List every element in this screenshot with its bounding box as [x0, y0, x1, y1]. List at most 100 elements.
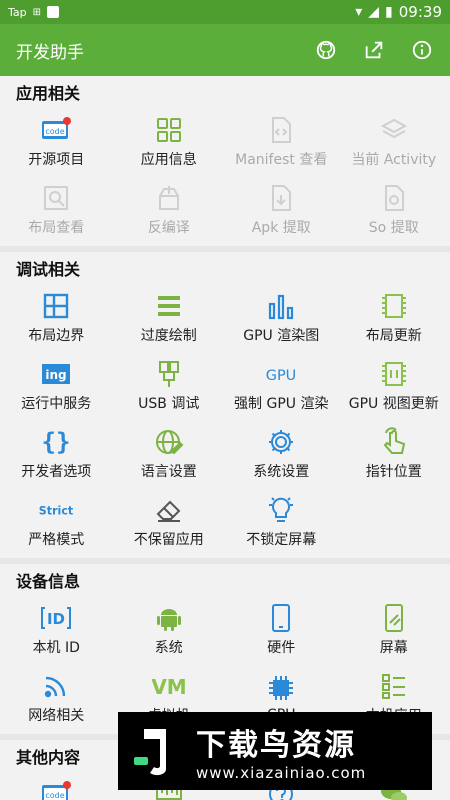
- tool-item[interactable]: 过度绘制: [113, 284, 226, 352]
- tool-item-label: GPU 渲染图: [243, 328, 320, 344]
- tool-item[interactable]: 不锁定屏幕: [225, 488, 338, 556]
- tool-item: 反编译: [113, 176, 226, 244]
- wifi-icon: [39, 671, 73, 701]
- app-bar: 开发助手: [0, 24, 450, 76]
- status-bar: Tap ⊞ ▾ ◢ ▮ 09:39: [0, 0, 450, 24]
- svg-text:Strict: Strict: [39, 504, 73, 517]
- cpu-icon: [264, 673, 298, 703]
- pointer-icon: [377, 427, 411, 457]
- tool-item: So 提取: [338, 176, 450, 244]
- tool-item[interactable]: 布局边界: [0, 284, 113, 352]
- strict-icon: Strict: [39, 495, 73, 525]
- tool-item[interactable]: USB 调试: [113, 352, 226, 420]
- tool-item-label: 布局查看: [28, 220, 85, 236]
- tool-item[interactable]: code 开源项目: [0, 108, 113, 176]
- gpu-text-icon: GPU: [264, 359, 298, 389]
- usb-icon: [152, 359, 186, 389]
- tool-item-label: Manifest 查看: [235, 152, 328, 168]
- main-content[interactable]: 应用相关 code 开源项目 应用信息 Manifest 查看 当前 Activity 布局…: [0, 76, 450, 800]
- tool-item[interactable]: 应用信息: [113, 108, 226, 176]
- watermark-logo-icon: [126, 721, 186, 781]
- tool-item[interactable]: 不保留应用: [113, 488, 226, 556]
- section-title: 应用相关: [16, 84, 81, 103]
- signal-icon: ◢: [368, 4, 380, 20]
- tool-item-label: 开源项目: [28, 152, 85, 168]
- tool-item-label: 不保留应用: [133, 532, 204, 548]
- svg-text:{}: {}: [42, 428, 71, 456]
- tool-item[interactable]: {} 开发者选项: [0, 420, 113, 488]
- tool-item-label: 应用信息: [140, 152, 197, 168]
- svg-text:code: code: [46, 791, 65, 800]
- tool-item-label: 指针位置: [365, 464, 422, 480]
- phone-icon: [264, 603, 298, 633]
- svg-text:ID: ID: [47, 610, 65, 628]
- github-icon[interactable]: [314, 38, 338, 62]
- share-icon[interactable]: [362, 38, 386, 62]
- tool-item-label: 运行中服务: [21, 396, 92, 412]
- app-notification-icon: [47, 6, 60, 18]
- code-icon: code: [39, 115, 73, 145]
- id-icon: ID: [39, 603, 73, 633]
- section-grid: code 开源项目 应用信息 Manifest 查看 当前 Activity 布局查看 反编…: [0, 108, 450, 244]
- tool-item[interactable]: GPU 视图更新: [338, 352, 450, 420]
- tool-item-label: 网络相关: [28, 708, 85, 724]
- ing-icon: ing: [39, 359, 73, 389]
- tool-item[interactable]: GPU 渲染图: [225, 284, 338, 352]
- tool-item-label: 语言设置: [140, 464, 197, 480]
- tool-item-label: 硬件: [267, 640, 296, 656]
- tool-item[interactable]: 系统: [113, 596, 226, 664]
- tool-item-label: GPU 视图更新: [348, 396, 439, 412]
- section-2: 调试相关布局边界 过度绘制 GPU 渲染图 布局更新 ing 运行中服务 USB 调试 GPU…: [0, 252, 450, 556]
- layers-icon: [377, 115, 411, 145]
- tool-item-label: 系统: [154, 640, 183, 656]
- section-title: 调试相关: [16, 260, 81, 279]
- tool-item-label: USB 调试: [138, 396, 200, 412]
- tool-item-label: 布局更新: [365, 328, 422, 344]
- tool-item[interactable]: code开源项目: [0, 772, 113, 800]
- svg-text:GPU: GPU: [266, 368, 296, 384]
- tool-item[interactable]: 布局更新: [338, 284, 450, 352]
- info-icon[interactable]: [410, 38, 434, 62]
- tool-item[interactable]: 硬件: [225, 596, 338, 664]
- tool-item-label: 反编译: [147, 220, 190, 236]
- svg-text:VM: VM: [152, 675, 186, 699]
- gear-icon: [264, 427, 298, 457]
- code-icon: code: [39, 779, 73, 800]
- tool-item[interactable]: ID 本机 ID: [0, 596, 113, 664]
- screen-icon: [377, 603, 411, 633]
- tool-item-label: 系统设置: [253, 464, 310, 480]
- tool-item-label: Apk 提取: [251, 220, 311, 236]
- tool-item[interactable]: 指针位置: [338, 420, 450, 488]
- tool-item[interactable]: GPU 强制 GPU 渲染: [225, 352, 338, 420]
- android-icon: [152, 603, 186, 633]
- carrier-label: Tap: [8, 5, 27, 19]
- app-title: 开发助手: [16, 42, 84, 63]
- gpu-view-icon: [377, 359, 411, 389]
- tool-item-label: So 提取: [368, 220, 419, 236]
- tool-item[interactable]: Strict 严格模式: [0, 488, 113, 556]
- layout-update-icon: [377, 291, 411, 321]
- tool-item[interactable]: ing 运行中服务: [0, 352, 113, 420]
- tool-item: Manifest 查看: [225, 108, 338, 176]
- layout-inspect-icon: [39, 183, 73, 213]
- section-3: 设备信息ID本机 ID系统硬件屏幕网络相关VM虚拟机CPU本机应用: [0, 564, 450, 732]
- tool-item-label: 严格模式: [28, 532, 85, 548]
- globe-icon: [152, 427, 186, 457]
- tool-item-label: 本机 ID: [32, 640, 80, 656]
- bulb-icon: [264, 495, 298, 525]
- overdraw-icon: [152, 291, 186, 321]
- tool-item[interactable]: 网络相关: [0, 664, 113, 732]
- tool-item[interactable]: 系统设置: [225, 420, 338, 488]
- section-1: 应用相关 code 开源项目 应用信息 Manifest 查看 当前 Activity 布局…: [0, 76, 450, 244]
- notification-icon: ⊞: [32, 6, 42, 18]
- tool-item-label: 不锁定屏幕: [246, 532, 317, 548]
- decompile-icon: [152, 183, 186, 213]
- tool-item[interactable]: 屏幕: [338, 596, 450, 664]
- watermark-title: 下载鸟资源: [196, 728, 356, 763]
- watermark-banner: 下载鸟资源 www.xiazainiao.com: [118, 712, 432, 790]
- tool-item: 当前 Activity: [338, 108, 450, 176]
- tool-item[interactable]: 语言设置: [113, 420, 226, 488]
- clock: 09:39: [398, 3, 442, 21]
- tool-item-label: 布局边界: [28, 328, 85, 344]
- app-list-icon: [377, 671, 411, 701]
